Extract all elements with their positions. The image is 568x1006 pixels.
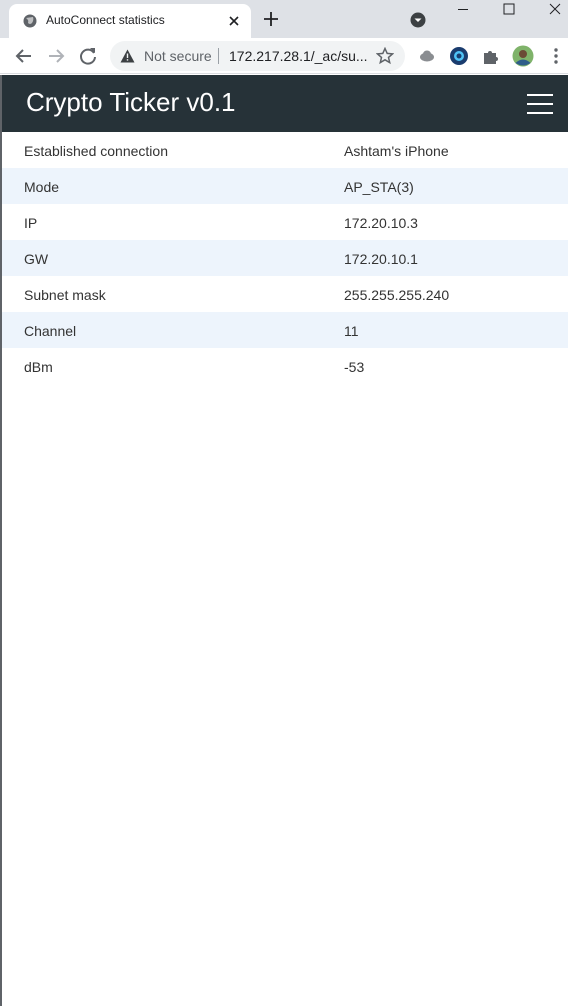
tab-search-icon[interactable] [409, 11, 427, 29]
security-label[interactable]: Not secure [144, 48, 212, 64]
tab-strip: AutoConnect statistics [0, 0, 568, 38]
page-header: Crypto Ticker v0.1 [2, 75, 568, 132]
extension-incognito-icon[interactable] [417, 46, 437, 66]
row-label: Subnet mask [24, 287, 106, 303]
row-label: Mode [24, 179, 60, 195]
row-value: 11 [344, 323, 359, 339]
warning-icon[interactable] [120, 49, 135, 63]
table-row: IP 172.20.10.3 [2, 204, 568, 240]
row-value: AP_STA(3) [344, 179, 414, 195]
statistics-table: Established connection Ashtam's iPhone M… [2, 132, 568, 384]
window-close-icon[interactable] [544, 0, 566, 20]
page-title: Crypto Ticker v0.1 [26, 87, 236, 117]
forward-arrow-icon[interactable] [45, 45, 67, 67]
profile-avatar-icon[interactable] [512, 45, 534, 67]
maximize-icon[interactable] [498, 0, 520, 20]
close-tab-icon[interactable] [225, 12, 243, 30]
table-row: dBm -53 [2, 348, 568, 384]
address-bar[interactable]: Not secure 172.217.28.1/_ac/su... [110, 41, 405, 71]
reload-icon[interactable] [77, 45, 99, 67]
extensions-puzzle-icon[interactable] [481, 46, 501, 66]
row-value: 172.20.10.3 [344, 215, 418, 231]
minimize-icon[interactable] [452, 0, 474, 20]
back-arrow-icon[interactable] [13, 45, 35, 67]
row-value: 172.20.10.1 [344, 251, 418, 267]
hamburger-menu-icon[interactable] [527, 94, 553, 114]
url-text[interactable]: 172.217.28.1/_ac/su... [229, 48, 368, 64]
table-row: Mode AP_STA(3) [2, 168, 568, 204]
row-label: dBm [24, 359, 53, 375]
tab-title: AutoConnect statistics [46, 13, 165, 27]
globe-icon [23, 14, 37, 28]
extension-badge-icon[interactable] [449, 46, 469, 66]
new-tab-icon[interactable] [262, 10, 280, 28]
row-label: Channel [24, 323, 77, 339]
browser-menu-icon[interactable] [546, 46, 566, 66]
row-value: Ashtam's iPhone [344, 143, 449, 159]
row-value: 255.255.255.240 [344, 287, 450, 303]
row-label: Established connection [24, 143, 168, 159]
row-value: -53 [344, 359, 365, 375]
browser-tab[interactable]: AutoConnect statistics [9, 4, 251, 38]
table-row: GW 172.20.10.1 [2, 240, 568, 276]
row-label: IP [24, 215, 38, 231]
table-row: Subnet mask 255.255.255.240 [2, 276, 568, 312]
bookmark-star-icon[interactable] [376, 47, 394, 65]
address-divider [218, 48, 219, 64]
table-row: Channel 11 [2, 312, 568, 348]
browser-toolbar: Not secure 172.217.28.1/_ac/su... [0, 38, 568, 74]
row-label: GW [24, 251, 49, 267]
table-row: Established connection Ashtam's iPhone [2, 132, 568, 168]
